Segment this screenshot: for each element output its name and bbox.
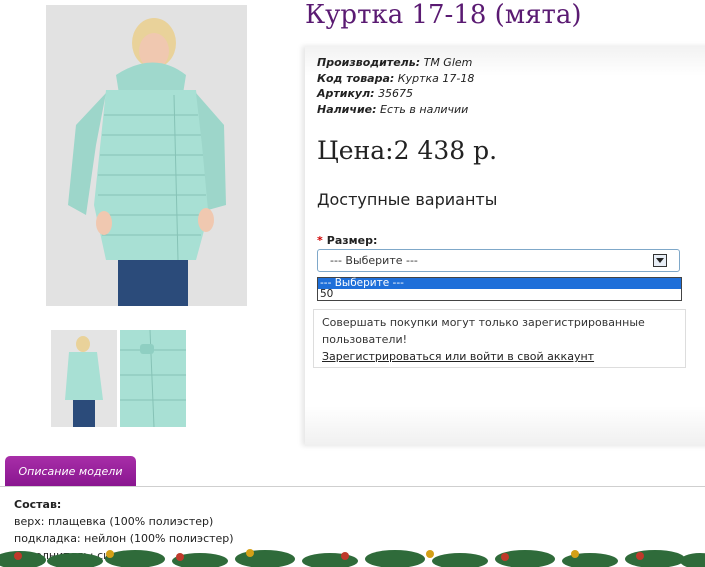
composition-line: верх: плащевка (100% полиэстер) [14,515,214,528]
meta-value: ТМ Glem [423,56,473,69]
variants-heading: Доступные варианты [317,190,498,209]
thumbnail-detail[interactable] [120,330,186,427]
meta-value: 35675 [378,87,414,100]
product-meta: Производитель: ТМ Glem Код товара: Куртк… [317,55,474,117]
notice-text: Совершать покупки могут только зарегистр… [322,316,645,346]
christmas-garland-decoration [0,549,705,567]
chevron-down-icon[interactable] [653,254,667,267]
meta-key: Код товара: [317,71,395,85]
meta-row-manufacturer: Производитель: ТМ Glem [317,55,474,71]
composition-heading: Состав: [14,498,62,511]
product-price: Цена:2 438 р. [317,136,498,165]
required-mark: * [317,234,323,247]
size-select[interactable]: --- Выберите --- [317,249,680,272]
size-dropdown-list: --- Выберите --- 50 [317,277,682,301]
size-option[interactable]: 50 [318,289,681,300]
jacket-photo [46,5,247,306]
meta-key: Производитель: [317,56,421,69]
meta-key: Наличие: [317,102,377,116]
meta-row-availability: Наличие: Есть в наличии [317,102,474,118]
thumbnail-image [51,330,117,427]
tab-description[interactable]: Описание модели [5,456,136,486]
size-option[interactable]: --- Выберите --- [318,278,681,289]
main-product-image[interactable] [46,5,247,306]
meta-row-article: Артикул: 35675 [317,86,474,102]
thumbnail-image [120,330,186,427]
meta-value: Есть в наличии [380,102,469,116]
meta-row-code: Код товара: Куртка 17-18 [317,71,474,87]
register-login-link[interactable]: Зарегистрироваться или войти в свой акка… [322,350,594,363]
tab-divider [0,486,705,487]
meta-key: Артикул: [317,87,375,100]
login-notice: Совершать покупки могут только зарегистр… [313,309,686,368]
meta-value: Куртка 17-18 [397,71,475,85]
size-label: * Размер: [317,234,377,247]
thumbnail-front[interactable] [51,330,117,427]
size-label-text: Размер: [326,234,378,247]
product-title: Куртка 17-18 (мята) [305,0,582,30]
size-select-value: --- Выберите --- [330,254,418,267]
product-details-panel: Производитель: ТМ Glem Код товара: Куртк… [305,46,705,446]
